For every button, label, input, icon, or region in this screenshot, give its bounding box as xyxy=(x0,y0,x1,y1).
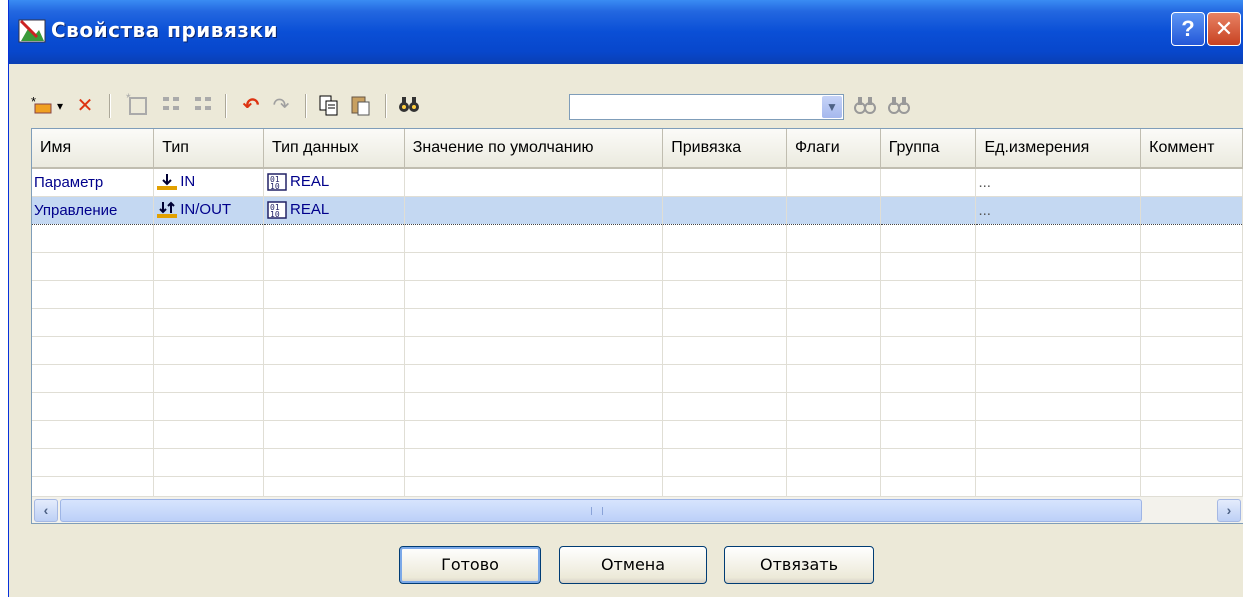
table-row[interactable] xyxy=(32,224,1243,253)
cell-type[interactable]: IN/OUT xyxy=(153,195,265,225)
tree-icon[interactable] xyxy=(157,92,185,120)
close-icon: ✕ xyxy=(1214,16,1234,41)
column-header-units[interactable]: Ед.измерения xyxy=(975,129,1142,169)
table-row[interactable]: Параметр IN 01 10 REAL ... xyxy=(32,168,1243,197)
cell-flags[interactable] xyxy=(786,195,881,225)
cell-group[interactable] xyxy=(880,195,977,225)
cell-default[interactable] xyxy=(404,195,664,225)
find-previous-icon[interactable] xyxy=(885,92,913,120)
binding-properties-dialog: Свойства привязки ? ✕ * ▾ ✕ * ↶ ↷ ▼ Имя … xyxy=(8,0,1243,597)
copy-icon[interactable] xyxy=(315,92,343,120)
toolbar-separator xyxy=(225,94,227,118)
grip-icon xyxy=(591,507,603,515)
cell-name[interactable]: Управление xyxy=(32,195,155,225)
paste-icon[interactable] xyxy=(347,92,375,120)
datatype-label: REAL xyxy=(290,173,330,191)
cell-comment[interactable] xyxy=(1140,168,1243,197)
type-label: IN xyxy=(180,173,196,191)
find-icon[interactable] xyxy=(395,92,423,120)
datatype-icon: 0110 xyxy=(267,173,287,191)
search-combo[interactable]: ▼ xyxy=(569,94,844,120)
unbind-button[interactable]: Отвязать xyxy=(724,546,874,584)
column-header-group[interactable]: Группа xyxy=(880,129,977,169)
column-header-binding[interactable]: Привязка xyxy=(662,129,787,169)
svg-text:10: 10 xyxy=(270,210,280,219)
table-row[interactable] xyxy=(32,420,1243,449)
table-row[interactable] xyxy=(32,392,1243,421)
tree-alt-icon[interactable] xyxy=(189,92,217,120)
column-header-datatype[interactable]: Тип данных xyxy=(263,129,405,169)
toolbar-separator xyxy=(305,94,307,118)
done-button[interactable]: Готово xyxy=(399,546,541,584)
table-row[interactable] xyxy=(32,448,1243,477)
find-next-icon[interactable] xyxy=(851,92,879,120)
column-header-comment[interactable]: Коммент xyxy=(1140,129,1243,169)
table-row[interactable] xyxy=(32,252,1243,281)
scroll-left-icon[interactable]: ‹ xyxy=(34,499,58,522)
title-bar[interactable]: Свойства привязки ? ✕ xyxy=(9,0,1243,64)
input-icon xyxy=(157,174,178,191)
chevron-down-icon[interactable]: ▾ xyxy=(53,92,67,120)
cell-binding[interactable] xyxy=(662,168,787,197)
dialog-icon xyxy=(18,19,46,43)
undo-icon[interactable]: ↶ xyxy=(237,92,265,120)
redo-icon[interactable]: ↷ xyxy=(267,92,295,120)
datatype-icon: 0110 xyxy=(267,201,287,219)
column-header-default[interactable]: Значение по умолчанию xyxy=(404,129,664,169)
header-row: Имя Тип Тип данных Значение по умолчанию… xyxy=(32,129,1243,169)
cell-default[interactable] xyxy=(404,168,664,197)
type-label: IN/OUT xyxy=(180,200,232,218)
cell-binding[interactable] xyxy=(662,195,787,225)
datatype-label: REAL xyxy=(290,200,330,218)
table-row[interactable] xyxy=(32,336,1243,365)
cell-units[interactable]: ... xyxy=(975,195,1142,225)
scrollbar-thumb[interactable] xyxy=(60,499,1142,522)
svg-text:10: 10 xyxy=(270,182,280,191)
question-icon: ? xyxy=(1181,16,1195,41)
table-row[interactable]: Управление IN/OUT 01 10 REAL ... xyxy=(32,195,1243,225)
column-header-type[interactable]: Тип xyxy=(153,129,265,169)
new-window-icon[interactable]: * xyxy=(123,91,151,120)
parameters-table: Имя Тип Тип данных Значение по умолчанию… xyxy=(32,129,1243,505)
scroll-right-icon[interactable]: › xyxy=(1217,499,1241,522)
table-row[interactable] xyxy=(32,280,1243,309)
toolbar-separator xyxy=(109,94,111,118)
chevron-down-icon[interactable]: ▼ xyxy=(822,96,842,118)
cell-comment[interactable] xyxy=(1140,195,1243,225)
cell-flags[interactable] xyxy=(786,168,881,197)
window-title: Свойства привязки xyxy=(51,18,279,42)
toolbar: * ▾ ✕ * ↶ ↷ ▼ xyxy=(9,86,1243,126)
cell-units[interactable]: ... xyxy=(975,168,1142,197)
delete-icon[interactable]: ✕ xyxy=(71,92,99,120)
input-output-icon xyxy=(157,201,178,218)
cancel-button[interactable]: Отмена xyxy=(559,546,707,584)
toolbar-separator xyxy=(385,94,387,118)
table-row[interactable] xyxy=(32,308,1243,337)
svg-text:*: * xyxy=(126,92,131,105)
cell-datatype[interactable]: 01 10 REAL xyxy=(263,168,405,197)
column-header-name[interactable]: Имя xyxy=(32,129,155,169)
parameters-grid[interactable]: Имя Тип Тип данных Значение по умолчанию… xyxy=(31,128,1243,524)
close-button[interactable]: ✕ xyxy=(1207,12,1241,46)
horizontal-scrollbar[interactable]: ‹ › xyxy=(32,496,1243,523)
cell-name[interactable]: Параметр xyxy=(32,168,155,197)
cell-group[interactable] xyxy=(880,168,977,197)
cell-datatype[interactable]: 01 10 REAL xyxy=(263,195,405,225)
column-header-flags[interactable]: Флаги xyxy=(786,129,881,169)
help-button[interactable]: ? xyxy=(1171,12,1205,46)
cell-type[interactable]: IN xyxy=(153,168,265,197)
table-row[interactable] xyxy=(32,364,1243,393)
